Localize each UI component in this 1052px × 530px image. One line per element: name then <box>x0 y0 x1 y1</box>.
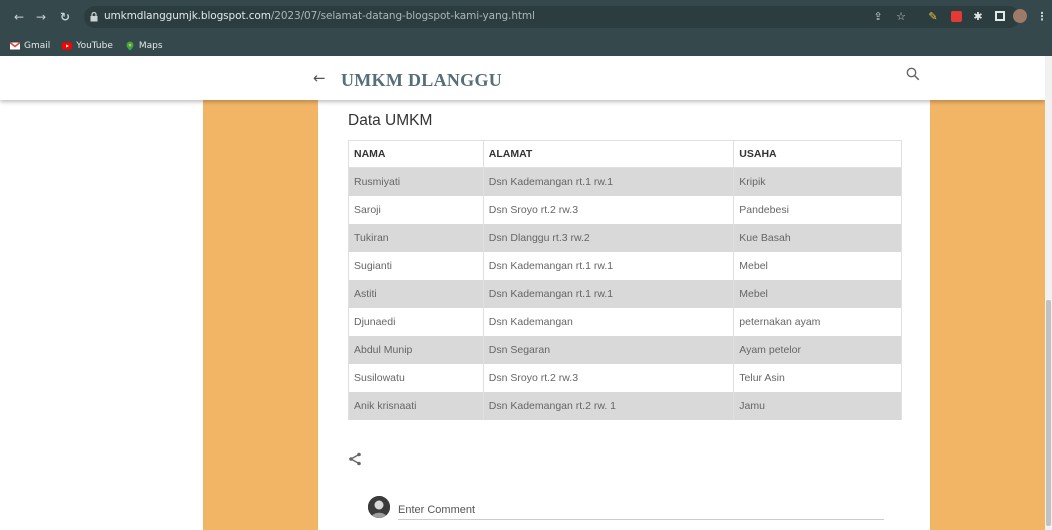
browser-toolbar: ← → ↻ umkmdlanggumjk.blogspot.com/2023/0… <box>0 0 1052 36</box>
share-page-icon[interactable]: ⇪ <box>870 8 886 24</box>
user-avatar-icon <box>368 496 390 518</box>
back-arrow-icon[interactable]: ← <box>313 69 326 87</box>
cell-nama: Tukiran <box>348 223 484 252</box>
cell-usaha: Ayam petelor <box>733 335 902 364</box>
cell-usaha: peternakan ayam <box>733 307 902 336</box>
table-row: Abdul Munip Dsn Segaran Ayam petelor <box>348 335 902 364</box>
bookmark-youtube[interactable]: YouTube <box>62 41 113 51</box>
scrollbar-thumb[interactable] <box>1046 300 1051 526</box>
table-header-row: NAMA ALAMAT USAHA <box>348 140 902 168</box>
cell-nama: Astiti <box>348 279 484 308</box>
avatar <box>368 496 390 518</box>
url-path: /2023/07/selamat-datang-blogspot-kami-ya… <box>270 10 535 22</box>
site-title[interactable]: UMKM DLANGGU <box>341 70 502 91</box>
menu-kebab-icon[interactable]: ⋮ <box>1034 8 1050 24</box>
table-row: Tukiran Dsn Dlanggu rt.3 rw.2 Kue Basah <box>348 223 902 252</box>
cell-alamat: Dsn Kademangan rt.1 rw.1 <box>482 167 735 196</box>
side-panel-icon[interactable] <box>992 8 1008 24</box>
bookmark-star-icon[interactable]: ☆ <box>893 8 909 24</box>
profile-avatar-icon[interactable] <box>1012 8 1028 24</box>
comment-row <box>368 496 884 522</box>
table-row: Rusmiyati Dsn Kademangan rt.1 rw.1 Kripi… <box>348 167 902 196</box>
table-row: Saroji Dsn Sroyo rt.2 rw.3 Pandebesi <box>348 195 902 224</box>
table-row: Anik krisnaati Dsn Kademangan rt.2 rw. 1… <box>348 391 902 420</box>
column-header: USAHA <box>733 140 902 168</box>
gmail-icon <box>10 41 20 50</box>
forward-icon[interactable]: → <box>32 8 50 26</box>
table-row: Djunaedi Dsn Kademangan peternakan ayam <box>348 307 902 336</box>
comment-input[interactable] <box>398 500 884 520</box>
cell-usaha: Mebel <box>733 279 902 308</box>
youtube-icon <box>62 42 73 50</box>
cell-alamat: Dsn Sroyo rt.2 rw.3 <box>482 195 735 224</box>
url-domain: umkmdlanggumjk.blogspot.com <box>104 10 271 22</box>
right-accent-panel <box>930 56 1045 530</box>
cell-nama: Sugianti <box>348 251 484 280</box>
cell-nama: Rusmiyati <box>348 167 484 196</box>
cell-usaha: Mebel <box>733 251 902 280</box>
pen-extension-icon[interactable]: ✎ <box>925 8 941 24</box>
cell-usaha: Pandebesi <box>733 195 902 224</box>
table-row: Sugianti Dsn Kademangan rt.1 rw.1 Mebel <box>348 251 902 280</box>
cell-nama: Anik krisnaati <box>348 391 484 420</box>
cell-alamat: Dsn Kademangan rt.2 rw. 1 <box>482 391 735 420</box>
cell-nama: Saroji <box>348 195 484 224</box>
red-extension-icon[interactable] <box>948 8 964 24</box>
url-text[interactable]: umkmdlanggumjk.blogspot.com/2023/07/sela… <box>104 10 535 22</box>
bookmark-label: Gmail <box>24 41 51 51</box>
cell-alamat: Dsn Dlanggu rt.3 rw.2 <box>482 223 735 252</box>
column-header: NAMA <box>348 140 484 168</box>
cell-usaha: Jamu <box>733 391 902 420</box>
column-header: ALAMAT <box>482 140 735 168</box>
cell-usaha: Telur Asin <box>733 363 902 392</box>
bookmark-gmail[interactable]: Gmail <box>10 41 50 51</box>
table-row: Susilowatu Dsn Sroyo rt.2 rw.3 Telur Asi… <box>348 363 902 392</box>
bookmark-maps[interactable]: Maps <box>125 41 163 51</box>
bookmark-label: Maps <box>138 41 163 51</box>
cell-usaha: Kripik <box>733 167 902 196</box>
section-title: Data UMKM <box>348 112 433 129</box>
table-row: Astiti Dsn Kademangan rt.1 rw.1 Mebel <box>348 279 902 308</box>
umkm-table: NAMA ALAMAT USAHA Rusmiyati Dsn Kademang… <box>348 140 902 420</box>
page-viewport: ← UMKM DLANGGU Data UMKM NAMA ALAMAT USA… <box>0 56 1045 530</box>
cell-alamat: Dsn Kademangan rt.1 rw.1 <box>482 251 735 280</box>
left-accent-panel <box>203 56 318 530</box>
reload-icon[interactable]: ↻ <box>56 8 74 26</box>
bookmark-label: YouTube <box>76 41 113 51</box>
cell-nama: Abdul Munip <box>348 335 484 364</box>
cell-alamat: Dsn Segaran <box>482 335 735 364</box>
bookmarks-bar: Gmail YouTube Maps <box>0 36 1052 56</box>
cell-alamat: Dsn Kademangan rt.1 rw.1 <box>482 279 735 308</box>
cell-nama: Djunaedi <box>348 307 484 336</box>
blog-header: ← UMKM DLANGGU <box>0 56 1045 100</box>
cell-alamat: Dsn Kademangan <box>482 307 735 336</box>
puzzle-extension-icon[interactable]: ✱ <box>970 8 986 24</box>
cell-nama: Susilowatu <box>348 363 484 392</box>
search-icon[interactable] <box>906 67 920 81</box>
maps-icon <box>126 41 134 51</box>
back-icon[interactable]: ← <box>10 8 28 26</box>
cell-usaha: Kue Basah <box>733 223 902 252</box>
lock-icon <box>90 12 98 22</box>
post-content: Data UMKM NAMA ALAMAT USAHA Rusmiyati Ds… <box>318 100 930 530</box>
share-icon[interactable] <box>348 452 362 466</box>
cell-alamat: Dsn Sroyo rt.2 rw.3 <box>482 363 735 392</box>
